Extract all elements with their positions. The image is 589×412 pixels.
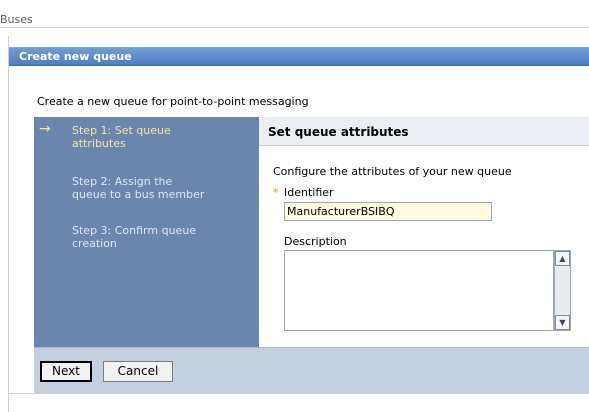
- scroll-down-icon[interactable]: ▼: [555, 315, 570, 330]
- identifier-input[interactable]: [284, 202, 492, 221]
- breadcrumb[interactable]: Buses: [0, 13, 33, 26]
- bottom-divider: [9, 393, 589, 394]
- next-button[interactable]: Next: [40, 361, 92, 382]
- current-step-arrow-icon: →: [39, 121, 51, 137]
- panel-description: Configure the attributes of your new que…: [273, 165, 512, 178]
- wizard-step-2[interactable]: Step 2: Assign the queue to a bus member: [72, 175, 204, 201]
- wizard-step-1-line1: Step 1: Set queue: [72, 124, 171, 137]
- description-textarea[interactable]: [284, 250, 554, 331]
- required-marker-icon: *: [273, 186, 279, 199]
- breadcrumb-divider: [0, 27, 589, 28]
- wizard-step-1-line2: attributes: [72, 137, 126, 150]
- identifier-label: Identifier: [284, 186, 334, 199]
- wizard-step-2-line1: Step 2: Assign the: [72, 175, 173, 188]
- description-scrollbar[interactable]: ▲ ▼: [554, 250, 571, 331]
- wizard-step-3-line2: creation: [72, 237, 117, 250]
- wizard-step-3[interactable]: Step 3: Confirm queue creation: [72, 224, 196, 250]
- scroll-up-icon[interactable]: ▲: [555, 251, 570, 266]
- wizard-step-3-line1: Step 3: Confirm queue: [72, 224, 197, 237]
- cancel-button[interactable]: Cancel: [103, 361, 173, 382]
- intro-text: Create a new queue for point-to-point me…: [37, 95, 309, 108]
- panel-title: Set queue attributes: [268, 125, 409, 139]
- page-title: Create new queue: [19, 50, 132, 63]
- content-border: [8, 36, 9, 412]
- wizard-step-1[interactable]: Step 1: Set queue attributes: [72, 124, 171, 150]
- wizard-step-2-line2: queue to a bus member: [72, 188, 205, 201]
- description-label: Description: [284, 235, 347, 248]
